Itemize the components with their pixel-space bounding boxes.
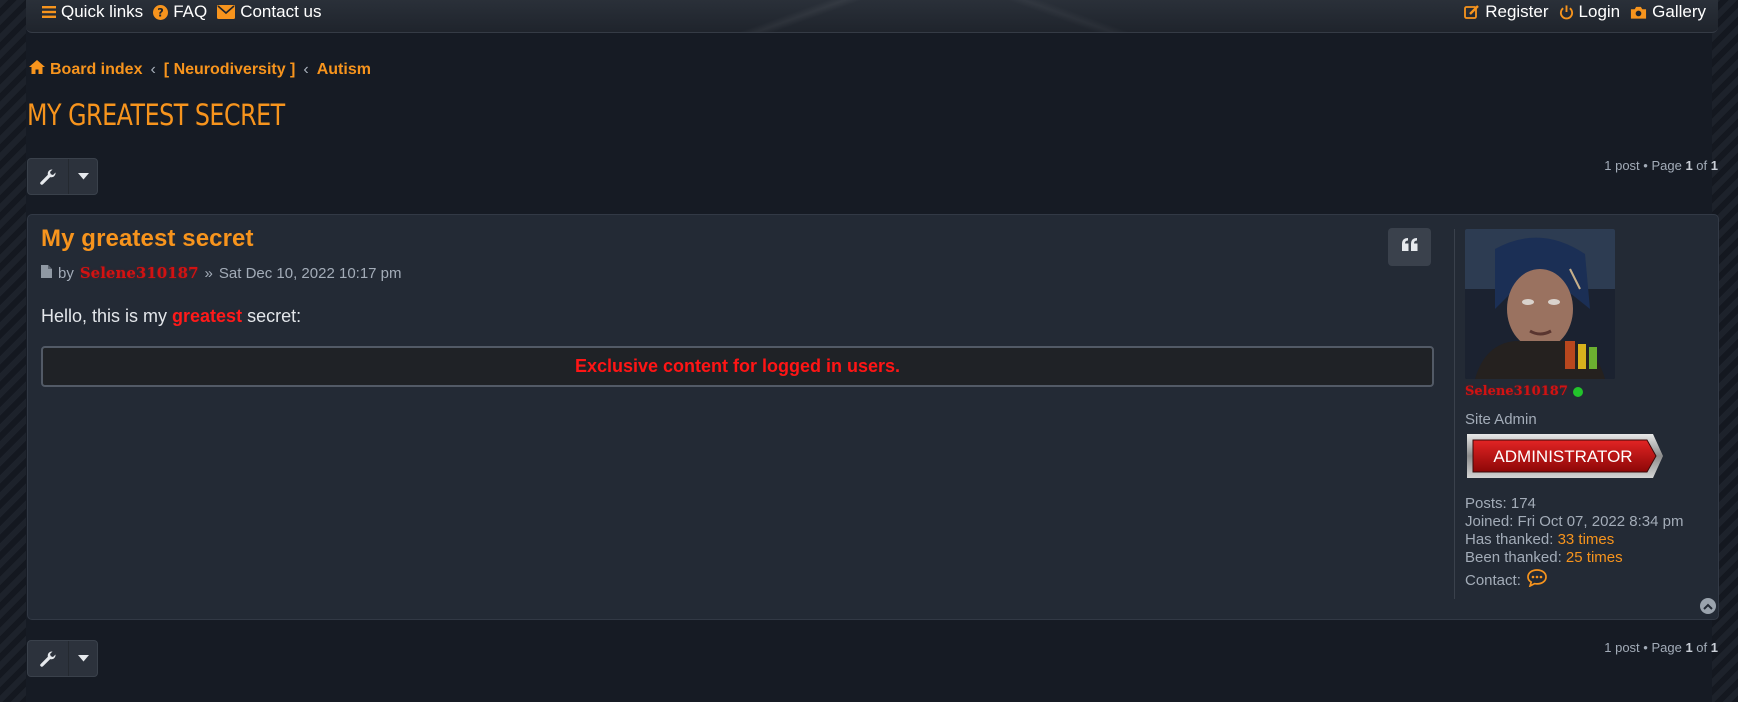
post-author-link[interactable]: Selene310187 [80, 264, 199, 282]
register-link[interactable]: Register [1464, 2, 1549, 22]
camera-icon [1630, 5, 1647, 20]
nav-left: Quick links ? FAQ Contact us [42, 0, 321, 24]
bars-icon [42, 5, 56, 19]
breadcrumb-separator: ‹ [303, 60, 309, 78]
quick-links-label: Quick links [61, 2, 144, 21]
pagination-total: 1 [1710, 640, 1718, 655]
register-label: Register [1485, 2, 1549, 21]
left-border [0, 0, 26, 702]
post-file-icon[interactable] [41, 264, 52, 282]
gallery-label: Gallery [1652, 2, 1706, 21]
locked-content-text: Exclusive content for logged in users. [574, 356, 901, 376]
joined-date: Fri Oct 07, 2022 8:34 pm [1517, 513, 1684, 530]
locked-content-notice: Exclusive content for logged in users. [41, 346, 1434, 387]
gallery-link[interactable]: Gallery [1630, 2, 1706, 22]
online-status-icon [1572, 386, 1583, 397]
breadcrumb: Board index ‹ [ Neurodiversity ] ‹ Autis… [29, 60, 371, 79]
contact-label: Contact: [1465, 571, 1521, 589]
breadcrumb-board-index-label: Board index [50, 60, 143, 78]
pagination-of: of [1696, 640, 1708, 655]
breadcrumb-separator: ‹ [150, 60, 156, 78]
pagination-current: 1 [1685, 158, 1693, 173]
rank-badge-label: ADMINISTRATOR [1493, 447, 1632, 466]
post-content: Hello, this is my greatest secret: [41, 306, 301, 327]
nav-right: Register Login Gallery [1464, 0, 1706, 24]
pagination-prefix: 1 post • Page [1604, 158, 1682, 173]
post-by-text: by [58, 264, 74, 282]
post-profile: Selene310187 Site Admin ADMINISTRATOR Po… [1454, 229, 1702, 599]
has-thanked-stat: Has thanked: 33 times [1465, 531, 1702, 549]
contact-stat: Contact: [1465, 569, 1702, 592]
faq-link[interactable]: ? FAQ [153, 2, 207, 22]
topic-tools-button[interactable] [27, 158, 98, 195]
avatar[interactable] [1465, 229, 1615, 379]
post-date: Sat Dec 10, 2022 10:17 pm [218, 264, 402, 282]
topic-tools-button-bottom[interactable] [27, 640, 98, 677]
quick-links-menu[interactable]: Quick links [42, 2, 143, 22]
post-meta: by Selene310187 » Sat Dec 10, 2022 10:17… [41, 264, 402, 282]
post-title[interactable]: My greatest secret [41, 225, 254, 253]
profile-stats: Posts: 174 Joined: Fri Oct 07, 2022 8:34… [1465, 495, 1702, 592]
wrench-icon [28, 159, 69, 194]
administrator-rank-badge: ADMINISTRATOR [1465, 432, 1702, 485]
quote-button[interactable] [1388, 228, 1431, 266]
breadcrumb-autism[interactable]: Autism [317, 61, 371, 79]
pagination-total: 1 [1710, 158, 1718, 173]
home-icon [29, 60, 45, 79]
breadcrumb-neurodiversity[interactable]: [ Neurodiversity ] [164, 61, 296, 79]
posts-label: Posts: [1465, 495, 1507, 512]
chevron-down-icon [69, 159, 97, 194]
question-circle-icon: ? [153, 4, 169, 20]
login-link[interactable]: Login [1559, 2, 1621, 22]
contact-chat-icon[interactable] [1527, 569, 1547, 592]
top-navbar: Quick links ? FAQ Contact us Register Lo… [26, 0, 1718, 33]
profile-username[interactable]: Selene310187 [1465, 384, 1568, 399]
joined-stat: Joined: Fri Oct 07, 2022 8:34 pm [1465, 513, 1702, 531]
quote-icon [1401, 238, 1418, 256]
breadcrumb-board-index[interactable]: Board index [29, 60, 142, 79]
svg-text:?: ? [157, 6, 164, 19]
posts-count[interactable]: 174 [1511, 495, 1536, 512]
post: My greatest secret by Selene310187 » Sat… [27, 214, 1719, 620]
posts-stat: Posts: 174 [1465, 495, 1702, 513]
post-text-before: Hello, this is my [41, 306, 173, 326]
back-to-top-button[interactable] [1700, 598, 1716, 614]
pencil-square-icon [1464, 4, 1480, 20]
chevron-down-icon [69, 641, 97, 676]
rank-title: Site Admin [1465, 411, 1537, 428]
pagination-of: of [1696, 158, 1708, 173]
contact-us-label: Contact us [240, 2, 322, 21]
faq-label: FAQ [173, 2, 208, 21]
pagination-prefix: 1 post • Page [1604, 640, 1682, 655]
login-label: Login [1578, 2, 1621, 21]
chevron-up-icon [1703, 597, 1713, 615]
been-thanked-label: Been thanked: [1465, 549, 1562, 566]
profile-username-row: Selene310187 [1465, 384, 1702, 399]
been-thanked-stat: Been thanked: 25 times [1465, 549, 1702, 567]
has-thanked-label: Has thanked: [1465, 531, 1554, 548]
envelope-icon [217, 5, 236, 19]
has-thanked-link[interactable]: 33 times [1558, 531, 1615, 548]
wrench-icon [28, 641, 69, 676]
pagination-bottom: 1 post • Page 1 of 1 [1604, 640, 1718, 655]
page-title[interactable]: MY GREATEST SECRET [27, 98, 285, 132]
joined-label: Joined: [1465, 513, 1514, 530]
contact-us-link[interactable]: Contact us [217, 2, 321, 22]
power-icon [1559, 4, 1574, 20]
pagination-current: 1 [1685, 640, 1693, 655]
been-thanked-link[interactable]: 25 times [1566, 549, 1623, 566]
pagination-top: 1 post • Page 1 of 1 [1604, 158, 1718, 173]
post-text-after: secret: [242, 306, 302, 326]
post-date-separator: » [204, 264, 213, 282]
post-text-highlight: greatest [172, 306, 243, 326]
